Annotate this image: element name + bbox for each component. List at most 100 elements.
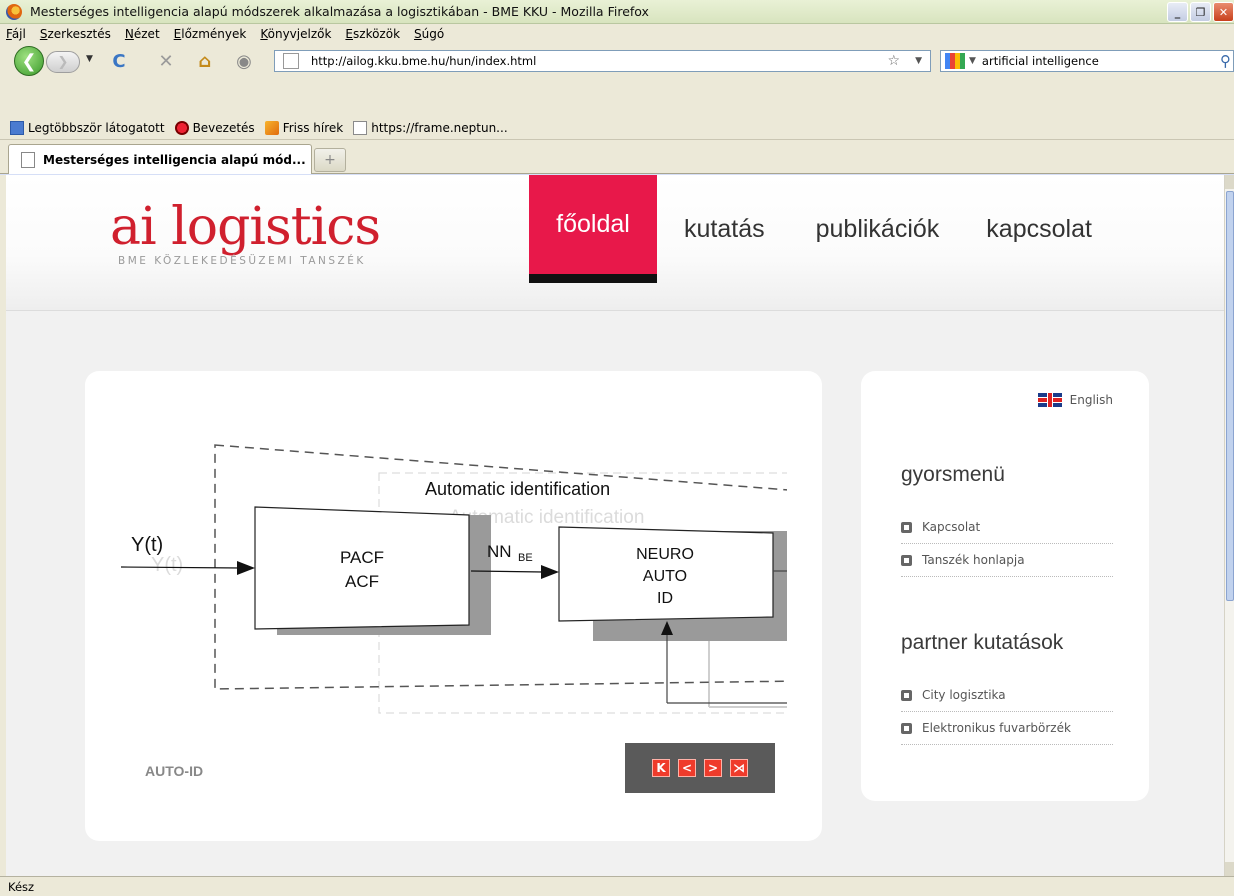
history-dropdown-icon[interactable]: ▼ [86,54,93,64]
bullet-icon [901,689,912,701]
menu-help[interactable]: Súgó [414,27,444,41]
menu-bar: Fájl Szerkesztés Nézet Előzmények Könyvj… [0,24,1234,44]
bullet-icon [901,722,912,734]
bookmark-label: https://frame.neptun... [371,120,508,135]
diagram-link-label: NN [487,542,512,561]
diagram-input-label: Y(t) [131,534,163,556]
tab-active[interactable]: Mesterséges intelligencia alapú mód... [8,144,312,174]
window-title: Mesterséges intelligencia alapú módszere… [30,4,649,19]
site-logo-subtitle: BME KÖZLEKEDÉSÜZEMI TANSZÉK [118,255,366,267]
bookmark-news[interactable]: Friss hírek [264,120,344,135]
menu-file[interactable]: Fájl [6,27,26,41]
globe-icon[interactable]: ◉ [233,50,255,72]
star-icon[interactable]: ☆ [887,53,900,69]
bookmark-most-visited[interactable]: Legtöbbször látogatott [10,120,165,135]
vertical-scrollbar[interactable] [1224,175,1234,876]
auto-id-diagram: Automatic identification Y(t) Automatic … [121,444,787,714]
menu-tools[interactable]: Eszközök [345,27,400,41]
url-bar[interactable]: http://ailog.kku.bme.hu/hun/index.html ☆… [274,50,931,72]
language-switch[interactable]: English [1037,393,1113,407]
google-icon[interactable] [945,53,965,69]
reload-icon[interactable]: C [108,50,130,72]
block2-line2: AUTO [643,568,687,585]
page-viewport: ai logistics BME KÖZLEKEDÉSÜZEMI TANSZÉK… [6,175,1224,876]
language-label: English [1069,393,1113,407]
bookmark-label: Friss hírek [282,120,344,135]
slide-caption: AUTO-ID [145,763,204,779]
search-engine-dropdown-icon[interactable]: ▼ [969,56,976,66]
site-logo[interactable]: ai logistics [110,197,381,257]
search-bar[interactable]: ▼ artificial intelligence ⚲ [940,50,1234,72]
diagram-ghost-input: Y(t) [151,554,183,576]
tab-strip: Mesterséges intelligencia alapú mód... + [0,140,1234,174]
rss-icon [264,120,279,135]
minimize-button[interactable]: _ [1167,2,1188,22]
slide-prev-button[interactable]: < [678,759,696,777]
block2-line3: ID [657,590,673,607]
uk-flag-icon [1037,393,1062,407]
quick-menu-heading: gyorsmenü [901,463,1005,486]
diagram-title: Automatic identification [425,479,610,499]
slide-first-button[interactable]: K [652,759,670,777]
bookmark-label: Legtöbbször látogatott [28,120,165,135]
menu-history[interactable]: Előzmények [174,27,247,41]
bookmark-intro[interactable]: Bevezetés [174,120,255,135]
firefox-icon [6,3,22,20]
slide-next-button[interactable]: > [704,759,722,777]
bookmark-neptun[interactable]: https://frame.neptun... [353,120,508,135]
partner-item[interactable]: City logisztika [901,679,1113,712]
nav-contact[interactable]: kapcsolat [964,175,1114,283]
most-visited-icon [10,120,24,135]
quick-menu-item[interactable]: Kapcsolat [901,511,1113,544]
page-icon [353,120,368,135]
nav-home[interactable]: főoldal [529,175,657,283]
menu-view[interactable]: Nézet [125,27,160,41]
slider-controls: K < > ⋊ [625,743,775,793]
page-icon [21,151,35,168]
slide-last-button[interactable]: ⋊ [730,759,748,777]
status-bar: Kész [0,876,1234,896]
bookmarks-toolbar: Legtöbbször látogatott Bevezetés Friss h… [0,116,1234,140]
new-tab-button[interactable]: + [314,148,346,172]
menu-bookmarks[interactable]: Könyvjelzők [260,27,331,41]
slider-panel: Automatic identification Y(t) Automatic … [85,371,822,841]
maximize-button[interactable]: ❐ [1190,2,1211,22]
nav-research[interactable]: kutatás [657,175,791,283]
site-header: ai logistics BME KÖZLEKEDÉSÜZEMI TANSZÉK… [6,175,1224,311]
partner-item[interactable]: Elektronikus fuvarbörzék [901,712,1113,745]
partner-label: City logisztika [922,688,1006,702]
quick-menu-item[interactable]: Tanszék honlapja [901,544,1113,577]
nav-publications[interactable]: publikációk [791,175,965,283]
side-panel: English gyorsmenü Kapcsolat Tanszék honl… [861,371,1149,801]
scroll-down-icon[interactable] [1225,862,1234,876]
page-icon [283,53,299,69]
block1-line2: ACF [345,572,379,591]
tab-label: Mesterséges intelligencia alapú mód... [43,152,306,167]
scroll-thumb[interactable] [1226,191,1234,601]
main-nav: főoldal kutatás publikációk kapcsolat [529,175,1114,283]
diagram-link-subscript: BE [518,552,533,564]
forward-icon[interactable]: ❯ [46,51,80,73]
quick-menu-label: Tanszék honlapja [922,553,1025,567]
partner-list: City logisztika Elektronikus fuvarbörzék [901,679,1113,745]
search-input[interactable]: artificial intelligence [982,54,1099,68]
stop-icon[interactable]: ✕ [155,50,177,72]
scroll-up-icon[interactable] [1225,175,1234,189]
close-button[interactable]: ✕ [1213,2,1234,22]
block2-line1: NEURO [636,546,694,563]
window-titlebar: Mesterséges intelligencia alapú módszere… [0,0,1234,24]
back-icon[interactable]: ❮ [14,46,44,76]
quick-menu-list: Kapcsolat Tanszék honlapja [901,511,1113,577]
search-icon[interactable]: ⚲ [1220,52,1231,70]
home-icon[interactable]: ⌂ [194,50,216,72]
intro-icon [174,120,189,135]
bullet-icon [901,521,912,533]
bookmark-label: Bevezetés [192,120,255,135]
partner-label: Elektronikus fuvarbörzék [922,721,1071,735]
url-text[interactable]: http://ailog.kku.bme.hu/hun/index.html [311,54,536,68]
status-text: Kész [8,879,35,894]
menu-edit[interactable]: Szerkesztés [40,27,111,41]
bullet-icon [901,554,912,566]
quick-menu-label: Kapcsolat [922,520,981,534]
url-dropdown-icon[interactable]: ▼ [915,56,922,66]
